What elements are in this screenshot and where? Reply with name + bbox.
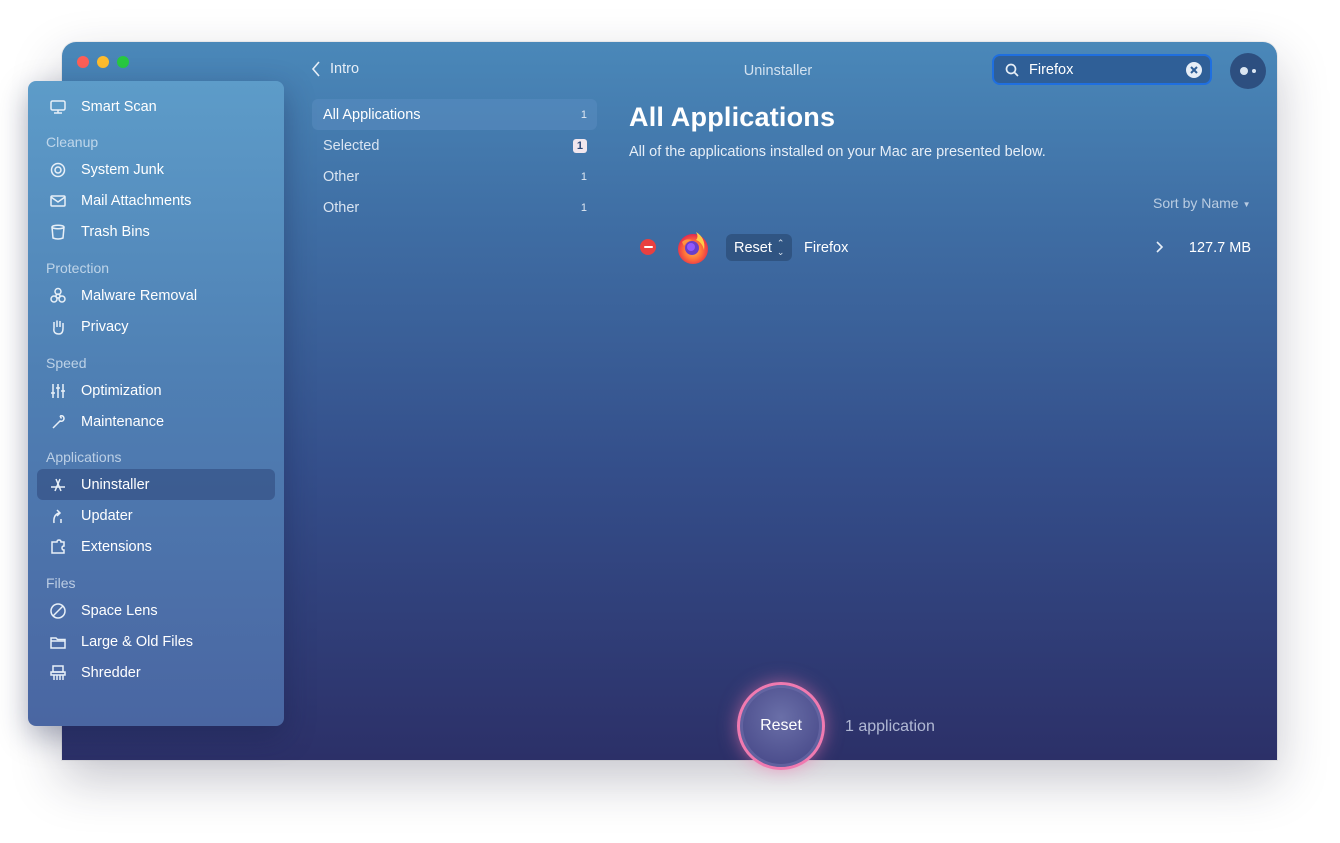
folder-icon [47,632,69,652]
sliders-icon [47,381,69,401]
clear-search-icon[interactable] [1186,62,1202,78]
sidebar-item-optimization[interactable]: Optimization [37,375,275,406]
back-button[interactable]: Intro [310,60,359,78]
sidebar-item-label: Smart Scan [81,98,157,115]
sidebar-item-uninstaller[interactable]: Uninstaller [37,469,275,500]
reset-button-label: Reset [760,717,802,734]
filter-label: Other [323,199,360,216]
sidebar-section-files: Files [46,575,76,591]
sidebar-item-large-old-files[interactable]: Large & Old Files [37,626,275,657]
space-lens-icon [47,601,69,621]
sidebar-item-smart-scan[interactable]: Smart Scan [37,91,275,122]
sidebar-item-label: Privacy [81,318,129,335]
sort-dropdown[interactable]: Sort by Name ▼ [1153,195,1251,211]
sidebar-item-shredder[interactable]: Shredder [37,657,275,688]
sidebar-item-label: Updater [81,507,133,524]
caret-down-icon: ▼ [1242,199,1251,209]
shredder-icon [47,663,69,683]
chevron-left-icon [311,61,320,77]
minimize-window-button[interactable] [97,56,109,68]
sidebar-item-label: Optimization [81,382,162,399]
updown-chevron-icon: ⌃ ⌄ [776,237,785,257]
filter-count: 1 [580,201,587,214]
sidebar-item-label: Uninstaller [81,476,150,493]
filter-other[interactable]: Other 1 [312,192,597,223]
app-size: 127.7 MB [1188,240,1251,256]
sidebar-section-cleanup: Cleanup [46,134,99,150]
biohazard-icon [47,286,69,306]
close-window-button[interactable] [77,56,89,68]
sidebar-item-label: Shredder [81,664,141,681]
sidebar-item-label: Trash Bins [81,223,150,240]
sidebar-item-label: Maintenance [81,413,165,430]
sidebar-item-label: Extensions [81,538,152,555]
mail-icon [47,191,69,211]
sidebar-item-malware-removal[interactable]: Malware Removal [37,280,275,311]
app-row[interactable]: Reset ⌃ ⌄ Firefox 127.7 MB [629,228,1257,268]
minus-icon [643,246,653,248]
search-input[interactable] [1029,61,1179,78]
app-store-icon [47,475,69,495]
assistant-dot-small-icon [1252,69,1256,73]
sidebar-item-maintenance[interactable]: Maintenance [37,406,275,437]
sidebar-item-trash-bins[interactable]: Trash Bins [37,216,275,247]
sidebar-item-system-junk[interactable]: System Junk [37,154,275,185]
sidebar-item-privacy[interactable]: Privacy [37,311,275,342]
sidebar-item-updater[interactable]: Updater [37,500,275,531]
filter-label: Other [323,168,360,185]
remove-app-button[interactable] [640,239,656,255]
page-title: All Applications [629,102,836,132]
hand-icon [47,317,69,337]
selection-summary: 1 application [845,718,935,735]
sidebar-item-label: System Junk [81,161,164,178]
filter-count-badge: 1 [572,138,587,153]
app-action-dropdown[interactable]: Reset ⌃ ⌄ [726,234,793,261]
search-field[interactable] [992,54,1212,85]
sidebar-item-label: Space Lens [81,602,158,619]
filter-label: Selected [323,137,380,154]
reset-button[interactable]: Reset [737,682,825,770]
trash-icon [47,222,69,242]
smart-scan-icon [47,97,69,117]
assistant-dot-icon [1240,67,1248,75]
sort-label: Sort by Name [1153,195,1239,211]
sidebar-item-space-lens[interactable]: Space Lens [37,595,275,626]
zoom-window-button[interactable] [117,56,129,68]
sidebar-item-label: Malware Removal [81,287,198,304]
filter-label: All Applications [323,106,421,123]
search-icon [1005,63,1019,77]
app-name: Firefox [804,240,849,256]
filter-count: 1 [580,108,587,121]
chevron-right-icon[interactable] [1155,240,1164,259]
filter-selected[interactable]: Selected 1 [312,130,597,161]
back-label: Intro [330,61,360,77]
sidebar-section-speed: Speed [46,355,87,371]
sidebar-section-applications: Applications [46,449,122,465]
sidebar-item-extensions[interactable]: Extensions [37,531,275,562]
filter-count: 1 [580,170,587,183]
system-junk-icon [47,160,69,180]
sidebar: Smart Scan Cleanup System Junk Mail Atta… [28,81,284,726]
puzzle-icon [47,537,69,557]
sidebar-item-mail-attachments[interactable]: Mail Attachments [37,185,275,216]
app-action-label: Reset [734,239,772,256]
update-arrow-icon [47,506,69,526]
sidebar-section-protection: Protection [46,260,110,276]
filter-all-applications[interactable]: All Applications 1 [312,99,597,130]
firefox-icon [678,232,708,264]
page-subtitle: All of the applications installed on you… [629,144,1046,160]
sidebar-item-label: Mail Attachments [81,192,192,209]
sidebar-item-label: Large & Old Files [81,633,194,650]
wrench-icon [47,412,69,432]
filter-other[interactable]: Other 1 [312,161,597,192]
assistant-button[interactable] [1230,53,1266,89]
